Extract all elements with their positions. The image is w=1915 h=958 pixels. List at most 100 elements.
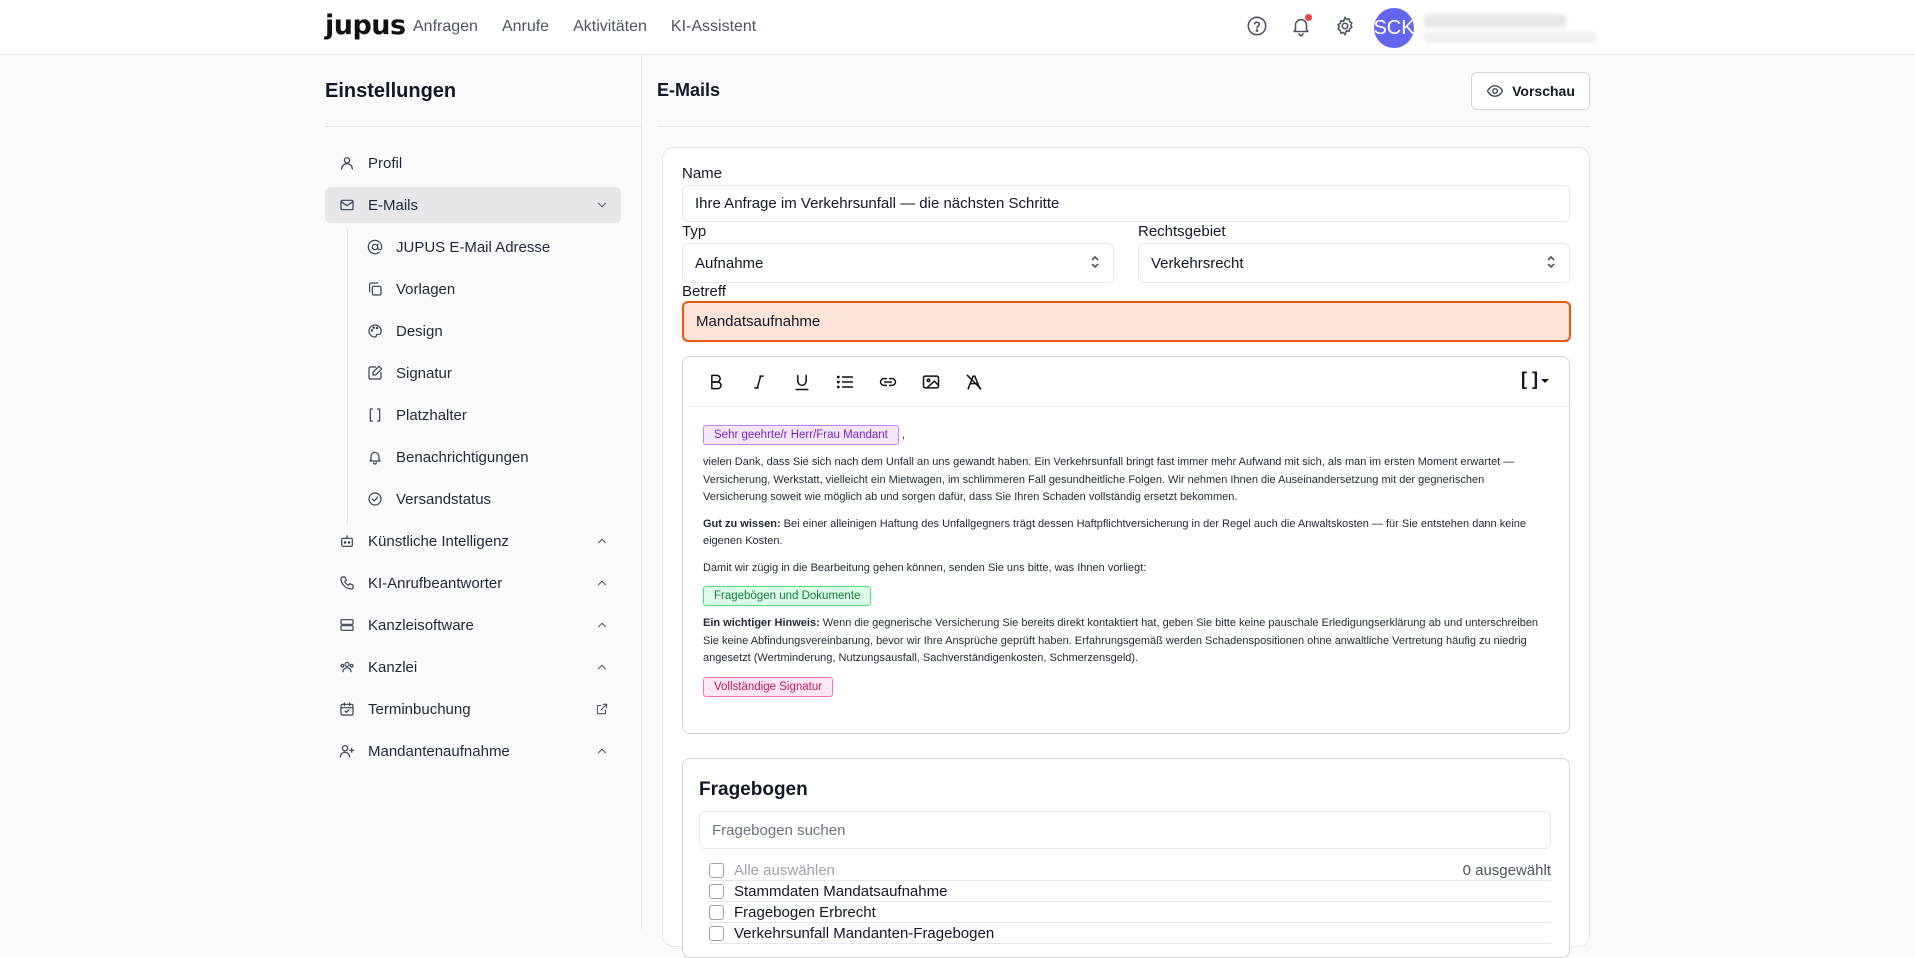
sidebar-item-design[interactable]: Design [325, 313, 621, 349]
image-button[interactable] [918, 369, 944, 395]
nav-ki-assistent[interactable]: KI-Assistent [671, 18, 756, 36]
select-all-checkbox[interactable] [709, 863, 724, 878]
paragraph-2-bold: Gut zu wissen: [703, 517, 781, 530]
placeholder-dropdown[interactable]: [ ] [1521, 369, 1549, 390]
chevron-up-icon[interactable] [595, 534, 609, 548]
top-bar: jupus Anfragen Anrufe Aktivitäten KI-Ass… [0, 0, 1915, 55]
italic-button[interactable] [746, 369, 772, 395]
rich-text-editor: [ ] Sehr geehrte/r Herr/Frau Mandant , v… [682, 356, 1570, 734]
gear-icon[interactable] [1333, 14, 1357, 38]
signature-icon [366, 364, 384, 382]
sidebar-item-mandantenaufnahme[interactable]: Mandantenaufnahme [325, 733, 621, 769]
type-select[interactable]: Aufnahme [682, 243, 1114, 283]
sidebar-item-profil[interactable]: Profil [325, 145, 621, 181]
nav-anrufe[interactable]: Anrufe [502, 18, 549, 36]
link-icon [879, 377, 897, 386]
questionnaire-checkbox[interactable] [709, 884, 724, 899]
eye-icon [1486, 85, 1504, 97]
bell-icon[interactable] [1289, 14, 1313, 38]
caret-down-icon [1541, 378, 1549, 383]
divider [325, 126, 641, 127]
sidebar-item-signatur[interactable]: Signatur [325, 355, 621, 391]
chevron-down-icon[interactable] [595, 198, 609, 212]
sidebar-item-label: Vorlagen [396, 280, 456, 298]
sidebar-item-platzhalter[interactable]: Platzhalter [325, 397, 621, 433]
sidebar-item-emails[interactable]: E-Mails [325, 187, 621, 223]
nav-anfragen[interactable]: Anfragen [413, 18, 478, 36]
avatar[interactable]: SCK [1373, 8, 1415, 48]
settings-menu: Profil E-Mails JUPUS E-Mail Adresse Vorl… [325, 145, 621, 775]
placeholder-chip-salutation[interactable]: Sehr geehrte/r Herr/Frau Mandant [703, 425, 899, 445]
sidebar-item-label: Versandstatus [396, 490, 492, 508]
sidebar-item-benachrichtigungen[interactable]: Benachrichtigungen [325, 439, 621, 475]
placeholder-chip-documents[interactable]: Fragebögen und Dokumente [703, 586, 872, 606]
subject-label: Betreff [682, 283, 726, 300]
sidebar-item-label: Platzhalter [396, 406, 467, 424]
bold-icon [711, 374, 722, 389]
preview-button[interactable]: Vorschau [1471, 72, 1590, 110]
area-label: Rechtsgebiet [1138, 223, 1226, 240]
sidebar-item-ki-anrufbeantworter[interactable]: KI-Anrufbeantworter [325, 565, 621, 601]
questionnaire-checkbox[interactable] [709, 926, 724, 941]
sidebar-item-ki[interactable]: Künstliche Intelligenz [325, 523, 621, 559]
select-all-row[interactable]: Alle auswählen 0 ausgewählt [709, 861, 1551, 881]
sidebar-item-kanzlei[interactable]: Kanzlei [325, 649, 621, 685]
underline-button[interactable] [789, 369, 815, 395]
sidebar-item-terminbuchung[interactable]: Terminbuchung [325, 691, 621, 727]
sidebar-item-jupus-email[interactable]: JUPUS E-Mail Adresse [325, 229, 621, 265]
clear-format-button[interactable] [961, 369, 987, 395]
area-select[interactable]: Verkehrsrecht [1138, 243, 1570, 283]
check-circle-icon [366, 490, 384, 508]
logo[interactable]: jupus [325, 10, 406, 41]
salutation-comma: , [901, 429, 905, 441]
divider [657, 126, 1590, 127]
editor-content[interactable]: Sehr geehrte/r Herr/Frau Mandant , viele… [683, 407, 1569, 697]
questionnaire-label: Stammdaten Mandatsaufnahme [734, 883, 948, 900]
bold-button[interactable] [703, 369, 729, 395]
chevron-up-icon[interactable] [595, 744, 609, 758]
name-field[interactable]: Ihre Anfrage im Verkehrsunfall — die näc… [682, 185, 1570, 222]
sidebar-item-label: Design [396, 322, 443, 340]
phone-icon [338, 574, 356, 592]
list-icon [836, 375, 854, 388]
user-plus-icon [338, 742, 356, 760]
sidebar-item-label: Terminbuchung [368, 700, 471, 718]
chevron-up-icon[interactable] [595, 660, 609, 674]
mail-icon [338, 196, 356, 214]
user-name-blurred [1424, 14, 1566, 28]
questionnaire-search-input[interactable]: Fragebogen suchen [699, 811, 1551, 849]
team-icon [338, 658, 356, 676]
chevron-up-icon[interactable] [595, 576, 609, 590]
nav-aktivitaeten[interactable]: Aktivitäten [573, 18, 647, 36]
calendar-icon [338, 700, 356, 718]
questionnaire-label: Verkehrsunfall Mandanten-Fragebogen [734, 925, 995, 942]
sidebar-item-label: Kanzleisoftware [368, 616, 474, 634]
placeholder-chip-signature[interactable]: Vollständige Signatur [703, 676, 834, 697]
link-button[interactable] [875, 369, 901, 395]
help-icon[interactable] [1245, 14, 1269, 38]
list-item[interactable]: Fragebogen Erbrecht [709, 903, 1551, 923]
chevron-up-icon[interactable] [595, 618, 609, 632]
sidebar-item-label: Mandantenaufnahme [368, 742, 510, 760]
sidebar-item-label: JUPUS E-Mail Adresse [396, 238, 551, 256]
external-link-icon[interactable] [595, 702, 609, 716]
sidebar-item-label: Benachrichtigungen [396, 448, 529, 466]
questionnaire-checkbox[interactable] [709, 905, 724, 920]
clear-format-icon [966, 374, 982, 389]
list-item[interactable]: Stammdaten Mandatsaufnahme [709, 882, 1551, 902]
vertical-divider [641, 55, 642, 929]
user-icon [338, 154, 356, 172]
sidebar-item-label: Künstliche Intelligenz [368, 532, 509, 550]
bell-icon [366, 448, 384, 466]
sidebar-item-kanzleisoftware[interactable]: Kanzleisoftware [325, 607, 621, 643]
selected-count: 0 ausgewählt [1462, 862, 1551, 879]
list-item[interactable]: Verkehrsunfall Mandanten-Fragebogen [709, 924, 1551, 944]
type-value: Aufnahme [695, 254, 764, 272]
subject-field[interactable]: Mandatsaufnahme [682, 301, 1571, 342]
bullet-list-button[interactable] [832, 369, 858, 395]
sidebar-item-versandstatus[interactable]: Versandstatus [325, 481, 621, 517]
paragraph-4-bold: Ein wichtiger Hinweis: [703, 617, 820, 629]
at-icon [366, 238, 384, 256]
server-icon [338, 616, 356, 634]
sidebar-item-vorlagen[interactable]: Vorlagen [325, 271, 621, 307]
